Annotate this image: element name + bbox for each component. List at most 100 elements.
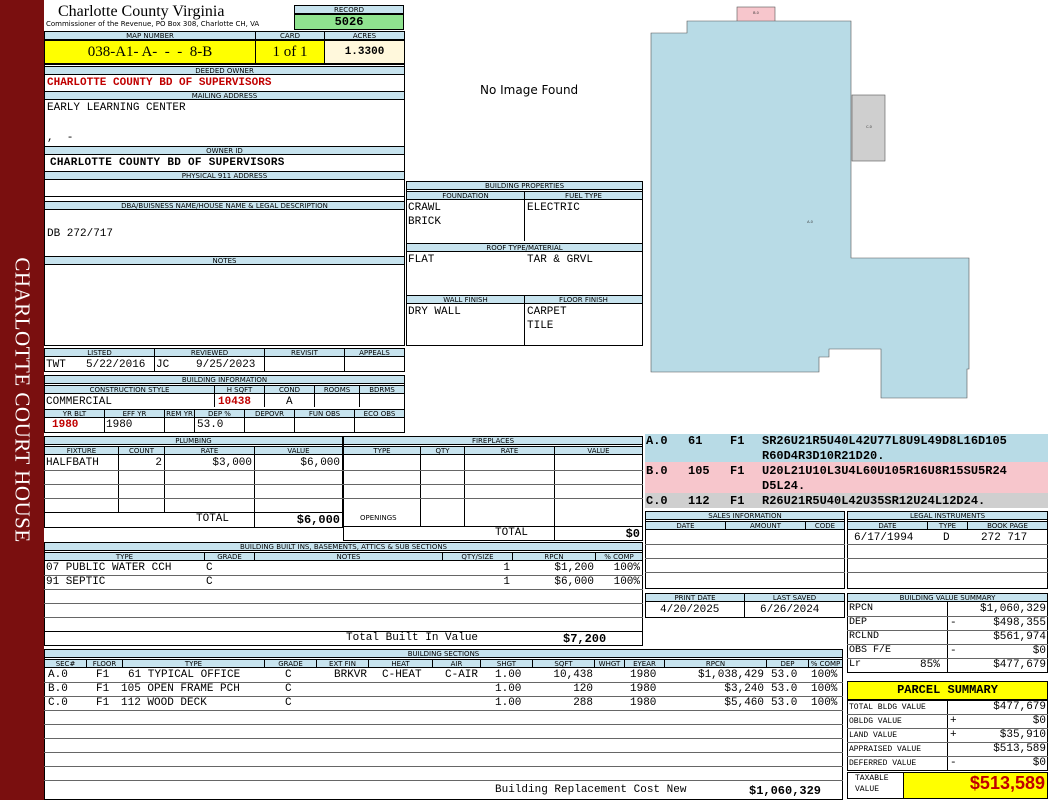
sketch-a-count: 61 xyxy=(688,434,703,448)
foundation-value2: BRICK xyxy=(408,216,442,228)
bs-row3-floor: F1 xyxy=(96,697,110,709)
vs-rclnd-value: $561,974 xyxy=(993,631,1046,643)
ps-land-value: $35,910 xyxy=(999,729,1046,741)
dba-value: DB 272/717 xyxy=(47,228,114,240)
plumbing-fixture-label: FIXTURE xyxy=(44,446,119,455)
bs-row2-grade: C xyxy=(285,683,292,695)
built-ins-title: BUILDING BUILT INS, BASEMENTS, ATTICS & … xyxy=(44,542,643,551)
bs-row2-shgt: 1.00 xyxy=(495,683,522,695)
ps-obldg-value: $0 xyxy=(1032,715,1046,727)
sketch-b-count: 105 xyxy=(688,464,710,478)
ps-appraised-value: $513,589 xyxy=(993,743,1046,755)
bs-row1-grade: C xyxy=(285,669,292,681)
bs-row1-floor: F1 xyxy=(96,669,110,681)
sketch-c-floor: F1 xyxy=(730,494,745,508)
funobs-label: FUN OBS xyxy=(294,409,355,418)
vs-dep-label: DEP xyxy=(849,617,868,628)
ps-bldg-label: TOTAL BLDG VALUE xyxy=(849,703,926,712)
construction-style: COMMERCIAL xyxy=(46,396,113,408)
built-in-row1-rpcn: $1,200 xyxy=(554,562,594,574)
bs-row3-comp: 100% xyxy=(811,697,838,709)
plumbing-total: $6,000 xyxy=(296,513,340,527)
built-in-total-label: Total Built In Value xyxy=(346,632,479,644)
sketch-label-c: C.0 xyxy=(866,125,872,129)
sketch-c-count: 112 xyxy=(688,494,710,508)
floor-value2: TILE xyxy=(527,320,554,332)
vs-lr-value: $477,679 xyxy=(993,659,1046,671)
plumbing-fixture: HALFBATH xyxy=(46,457,99,469)
plumbing-title: PLUMBING xyxy=(44,436,343,445)
bs-row3-dep: 53.0 xyxy=(771,697,798,709)
built-ins-comp-label: % COMP xyxy=(595,552,643,561)
sketch-b-id: B.0 xyxy=(646,464,668,478)
roof-value1: FLAT xyxy=(408,254,435,266)
hsqft-value: 10438 xyxy=(218,396,252,408)
bs-row2-sqft: 120 xyxy=(573,683,593,695)
bs-floor-label: FLOOR xyxy=(86,659,123,668)
sketch-svg: B.0 C.0 A.0 xyxy=(650,6,970,399)
floor-value1: CARPET xyxy=(527,306,567,318)
building-props-title: BUILDING PROPERTIES xyxy=(406,181,643,190)
bs-row1-eyear: 1980 xyxy=(630,669,657,681)
bs-row1-type: 61 TYPICAL OFFICE xyxy=(128,669,241,681)
cond-value: A xyxy=(286,396,293,408)
bs-shgt-label: SHGT xyxy=(480,659,533,668)
sketch-section-a xyxy=(650,20,970,399)
wall-value: DRY WALL xyxy=(408,306,461,318)
built-in-row2-comp: 100% xyxy=(613,576,640,588)
physical-address-label: PHYSICAL 911 ADDRESS xyxy=(44,171,405,180)
bs-type-label: TYPE xyxy=(122,659,265,668)
sketch-b-text1: U20L21U10L3U4L60U105R16U8R15SU5R24 xyxy=(762,464,1007,478)
sales-title: SALES INFORMATION xyxy=(645,511,845,520)
card-value: 1 of 1 xyxy=(255,40,325,64)
bs-comp-label: % COMP xyxy=(808,659,843,668)
record-number: 5026 xyxy=(294,14,404,30)
vs-lr-label: Lr xyxy=(849,659,862,670)
bs-row3-sqft: 288 xyxy=(573,697,593,709)
bs-dep-label: DEP xyxy=(766,659,809,668)
bs-eyear-label: EYEAR xyxy=(624,659,665,668)
taxable-value: $513,589 xyxy=(969,773,1045,793)
fireplaces-type-label: TYPE xyxy=(343,446,421,455)
building-sections-title: BUILDING SECTIONS xyxy=(44,649,843,658)
legal-book-label: BOOK PAGE xyxy=(967,521,1048,530)
value-summary-title: BUILDING VALUE SUMMARY xyxy=(847,593,1048,602)
yrblt-label: YR BLT xyxy=(44,409,105,418)
fireplaces-rate-label: RATE xyxy=(464,446,555,455)
bs-row2-eyear: 1980 xyxy=(630,683,657,695)
appeals-label: APPEALS xyxy=(344,348,405,357)
bs-row2-dep: 53.0 xyxy=(771,683,798,695)
vs-rpcn-value: $1,060,329 xyxy=(979,603,1046,615)
reviewed-label: REVIEWED xyxy=(154,348,265,357)
plumbing-value-label: VALUE xyxy=(254,446,343,455)
built-ins-type-label: TYPE xyxy=(44,552,205,561)
sketch-b-floor: F1 xyxy=(730,464,745,478)
last-saved-label: LAST SAVED xyxy=(744,593,845,602)
fireplaces-openings-label: OPENINGS xyxy=(360,514,397,522)
reviewed-by: JC xyxy=(156,359,170,371)
deeded-owner: CHARLOTTE COUNTY BD OF SUPERVISORS xyxy=(47,77,272,89)
fuel-label: FUEL TYPE xyxy=(524,191,643,200)
plumbing-total-label: TOTAL xyxy=(196,513,230,525)
owner-id-label: OWNER ID xyxy=(44,146,405,155)
owner-id: CHARLOTTE COUNTY BD OF SUPERVISORS xyxy=(50,157,285,169)
vs-lr-pct: 85% xyxy=(920,659,940,671)
taxable-label1: TAXABLE xyxy=(855,774,889,783)
sales-date-label: DATE xyxy=(645,521,726,530)
legal-date-label: DATE xyxy=(847,521,928,530)
floor-label: FLOOR FINISH xyxy=(524,295,643,304)
plumbing-count-label: COUNT xyxy=(118,446,165,455)
plumbing-value: $6,000 xyxy=(300,457,340,469)
reviewed-date: 9/25/2023 xyxy=(196,359,256,371)
roof-label: ROOF TYPE/MATERIAL xyxy=(406,243,643,252)
bs-row3-shgt: 1.00 xyxy=(495,697,522,709)
commissioner-text: Commissioner of the Revenue, PO Box 308,… xyxy=(46,20,260,28)
yrblt-value: 1980 xyxy=(52,419,79,431)
roof-value2: TAR & GRVL xyxy=(527,254,594,266)
mailing-address-label: MAILING ADDRESS xyxy=(44,91,405,100)
fireplaces-total: $0 xyxy=(625,527,640,541)
bs-grade-label: GRADE xyxy=(264,659,317,668)
vs-rclnd-label: RCLND xyxy=(849,631,880,642)
sketch-label-b: B.0 xyxy=(753,11,759,15)
sketch-b-text2: D5L24. xyxy=(762,479,806,493)
